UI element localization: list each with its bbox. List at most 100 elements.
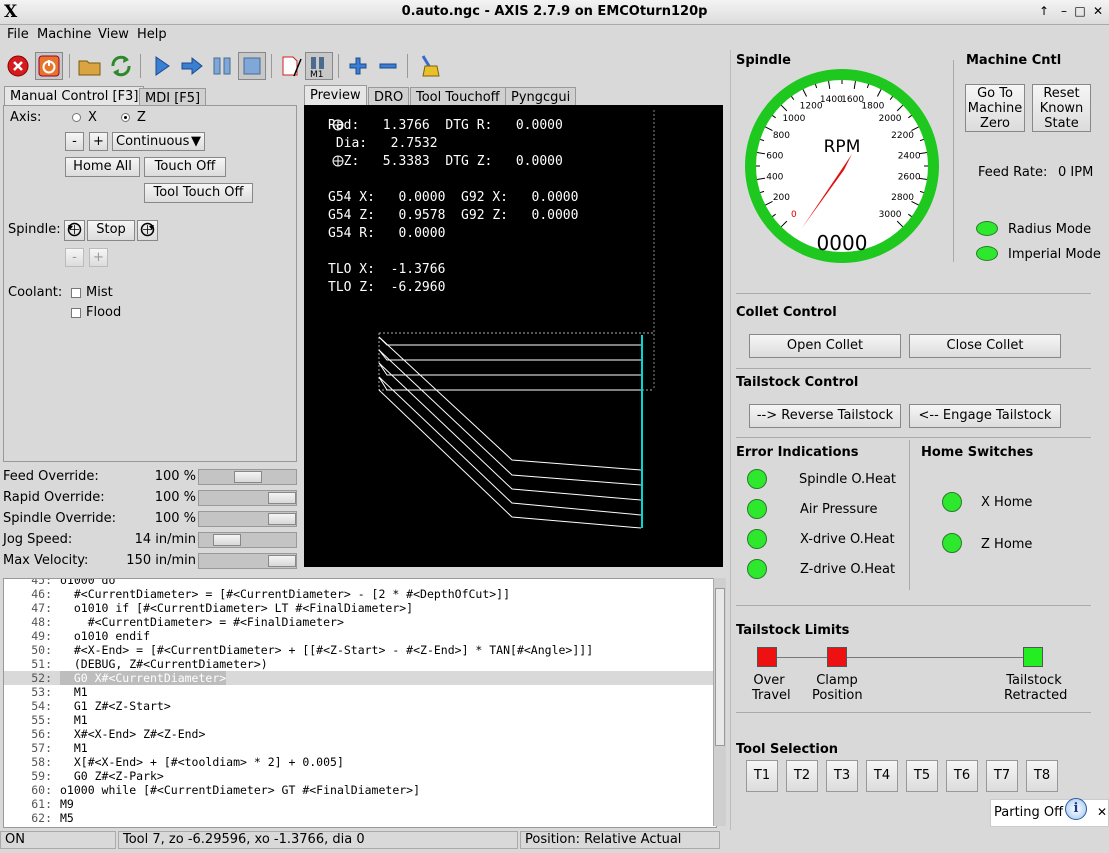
tool-t5-button[interactable]: T5 <box>906 760 938 792</box>
tab-manual-control[interactable]: Manual Control [F3] <box>4 86 145 107</box>
gcode-line[interactable]: 52: G0 X#<CurrentDiameter> <box>4 671 716 685</box>
override-slider[interactable] <box>198 490 297 506</box>
override-slider[interactable] <box>198 469 297 485</box>
open-collet-button[interactable]: Open Collet <box>749 334 901 358</box>
maximize-icon[interactable]: □ <box>1072 4 1088 18</box>
minimize-icon[interactable]: ↑ <box>1036 4 1052 18</box>
slider-knob[interactable] <box>268 492 296 504</box>
tool-t7-button[interactable]: T7 <box>986 760 1018 792</box>
scrollbar-thumb[interactable] <box>715 588 725 746</box>
spindle-faster-button[interactable]: + <box>89 248 108 267</box>
slider-knob[interactable] <box>234 471 262 483</box>
line-number: 62: <box>31 811 52 825</box>
override-label: Jog Speed: <box>3 532 73 547</box>
close-collet-button[interactable]: Close Collet <box>909 334 1061 358</box>
open-file-icon[interactable] <box>76 52 104 80</box>
spindle-reverse-button[interactable] <box>64 220 85 241</box>
override-slider[interactable] <box>198 553 297 569</box>
optional-stop-icon[interactable]: M1 <box>305 52 333 80</box>
slider-knob[interactable] <box>213 534 241 546</box>
gcode-line[interactable]: 62: M5 <box>4 811 716 825</box>
stop-icon[interactable] <box>238 52 266 80</box>
reset-known-state-button[interactable]: Reset Known State <box>1032 84 1091 132</box>
menu-file[interactable]: File <box>7 27 29 42</box>
gcode-line[interactable]: 56: X#<X-End> Z#<Z-End> <box>4 727 716 741</box>
gcode-line[interactable]: 49: o1010 endif <box>4 629 716 643</box>
gcode-line[interactable]: 47: o1010 if [#<CurrentDiameter> LT #<Fi… <box>4 601 716 615</box>
tool-t6-button[interactable]: T6 <box>946 760 978 792</box>
close-icon[interactable]: ✕ <box>1097 805 1107 819</box>
engage-tailstock-button[interactable]: <-- Engage Tailstock <box>909 404 1061 428</box>
spindle-forward-button[interactable] <box>137 220 158 241</box>
home-switches-heading: Home Switches <box>921 445 1034 460</box>
dro-line: G54 X: 0.0000 G92 X: 0.0000 <box>328 190 579 205</box>
over-travel-label: Over Travel <box>752 673 791 703</box>
title-bar[interactable]: X 0.auto.ngc - AXIS 2.7.9 on EMCOturn120… <box>0 0 1109 25</box>
jog-mode-select[interactable]: Continuous ▼ <box>112 132 205 151</box>
power-icon[interactable] <box>35 52 63 80</box>
mist-checkbox[interactable] <box>71 288 81 298</box>
spindle-stop-button[interactable]: Stop <box>87 220 135 241</box>
menu-machine[interactable]: Machine <box>37 27 91 42</box>
gcode-code: X#<X-End> Z#<Z-End> <box>60 727 206 741</box>
override-slider[interactable] <box>198 511 297 527</box>
gcode-line[interactable]: 55: M1 <box>4 713 716 727</box>
gcode-line[interactable]: 46: #<CurrentDiameter> = [#<CurrentDiame… <box>4 587 716 601</box>
clear-plot-icon[interactable] <box>415 52 443 80</box>
gcode-text: #<X-End> = [#<CurrentDiameter> + [[#<Z-S… <box>60 643 593 657</box>
reload-icon[interactable] <box>107 52 135 80</box>
gcode-line[interactable]: 59: G0 Z#<Z-Park> <box>4 769 716 783</box>
tab-tool-touchoff[interactable]: Tool Touchoff <box>410 87 506 106</box>
tab-pyngcgui[interactable]: Pyngcgui <box>505 87 577 106</box>
menu-help[interactable]: Help <box>137 27 167 42</box>
spindle-slower-button[interactable]: - <box>65 248 84 267</box>
axis-x-radio[interactable] <box>72 113 81 122</box>
reverse-tailstock-button[interactable]: --> Reverse Tailstock <box>749 404 901 428</box>
gcode-line[interactable]: 51: (DEBUG, Z#<CurrentDiameter>) <box>4 657 716 671</box>
tab-preview[interactable]: Preview <box>304 85 367 106</box>
jog-minus-button[interactable]: - <box>65 132 84 151</box>
estop-icon[interactable] <box>4 52 32 80</box>
run-icon[interactable] <box>148 52 176 80</box>
gcode-line[interactable]: 50: #<X-End> = [#<CurrentDiameter> + [[#… <box>4 643 716 657</box>
jog-plus-button[interactable]: + <box>89 132 108 151</box>
override-slider[interactable] <box>198 532 297 548</box>
preview-canvas[interactable]: Rad: 1.3766 DTG R: 0.0000 Dia: 2.7532 Z:… <box>304 105 723 567</box>
axis-z-radio[interactable] <box>121 113 130 122</box>
zoom-out-icon[interactable] <box>374 52 402 80</box>
gcode-line[interactable]: 60: o1000 while [#<CurrentDiameter> GT #<… <box>4 783 716 797</box>
tool-touch-off-button[interactable]: Tool Touch Off <box>144 183 253 203</box>
touch-off-button[interactable]: Touch Off <box>144 157 226 177</box>
slider-knob[interactable] <box>268 555 296 567</box>
gcode-line[interactable]: 58: X[#<X-End> + [#<tooldiam> * 2] + 0.0… <box>4 755 716 769</box>
block-delete-icon[interactable] <box>277 52 305 80</box>
step-icon[interactable] <box>178 52 206 80</box>
slider-knob[interactable] <box>268 513 296 525</box>
pause-icon[interactable] <box>208 52 236 80</box>
home-all-button[interactable]: Home All <box>65 157 140 177</box>
tool-t8-button[interactable]: T8 <box>1026 760 1058 792</box>
shade-icon[interactable]: – <box>1056 4 1072 18</box>
gcode-scrollbar[interactable] <box>713 578 726 826</box>
x-drive-overheat-label: X-drive O.Heat <box>800 532 895 547</box>
gcode-listing[interactable]: 45: o1000 do 46: #<CurrentDiameter> = [#<C… <box>3 578 717 828</box>
tool-t4-button[interactable]: T4 <box>866 760 898 792</box>
flood-checkbox[interactable] <box>71 308 81 318</box>
gcode-line[interactable]: 48: #<CurrentDiameter> = #<FinalDiameter… <box>4 615 716 629</box>
zoom-in-icon[interactable] <box>344 52 372 80</box>
gcode-line[interactable]: 45: o1000 do <box>4 579 716 587</box>
gcode-line[interactable]: 57: M1 <box>4 741 716 755</box>
gcode-code: #<CurrentDiameter> = [#<CurrentDiameter>… <box>60 587 511 601</box>
gauge-unit: RPM <box>824 137 861 157</box>
close-icon[interactable]: ✕ <box>1090 4 1106 18</box>
gcode-line[interactable]: 61: M9 <box>4 797 716 811</box>
tool-t2-button[interactable]: T2 <box>786 760 818 792</box>
tab-dro[interactable]: DRO <box>368 87 410 106</box>
go-to-machine-zero-button[interactable]: Go To Machine Zero <box>965 84 1025 132</box>
tool-t1-button[interactable]: T1 <box>746 760 778 792</box>
tailstock-heading: Tailstock Control <box>736 375 859 390</box>
gcode-line[interactable]: 54: G1 Z#<Z-Start> <box>4 699 716 713</box>
tool-t3-button[interactable]: T3 <box>826 760 858 792</box>
menu-view[interactable]: View <box>98 27 129 42</box>
gcode-line[interactable]: 53: M1 <box>4 685 716 699</box>
